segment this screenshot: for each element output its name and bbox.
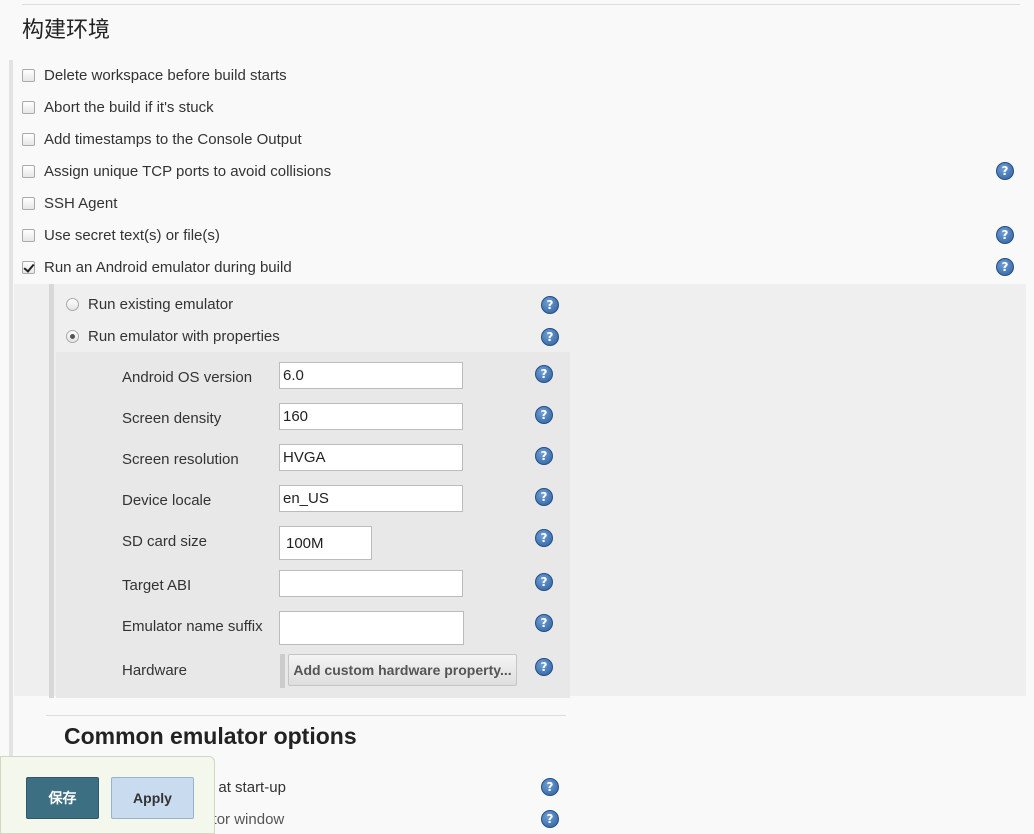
hardware-left-bar: [280, 654, 285, 688]
option-label: SSH Agent: [44, 194, 118, 212]
field-label-screen-resolution: Screen resolution: [122, 451, 239, 468]
checkbox[interactable]: [22, 164, 35, 178]
radio-run-existing-emulator[interactable]: Run existing emulator: [66, 293, 233, 315]
radio-label: Run existing emulator: [88, 295, 234, 313]
field-label-target-abi: Target ABI: [122, 577, 192, 594]
field-label-hardware: Hardware: [122, 662, 188, 679]
option-label: Assign unique TCP ports to avoid collisi…: [44, 162, 332, 180]
android-os-version-input[interactable]: [279, 362, 463, 389]
help-icon[interactable]: ?: [535, 658, 553, 676]
add-custom-hardware-property-button[interactable]: Add custom hardware property...: [288, 654, 517, 686]
checkbox-checked[interactable]: [22, 260, 35, 274]
option-label: Abort the build if it's stuck: [44, 98, 214, 116]
screen-resolution-input[interactable]: [279, 444, 463, 471]
radio-run-emulator-with-properties[interactable]: Run emulator with properties: [66, 325, 280, 347]
help-icon[interactable]: ?: [541, 328, 559, 346]
help-icon[interactable]: ?: [996, 258, 1014, 276]
save-button[interactable]: 保存: [26, 777, 99, 819]
sd-card-size-input[interactable]: [279, 526, 372, 560]
help-icon[interactable]: ?: [535, 573, 553, 591]
radio-label: Run emulator with properties: [88, 327, 280, 345]
emulator-name-suffix-input[interactable]: [279, 611, 464, 645]
field-label-emulator-name-suffix: Emulator name suffix: [122, 618, 263, 635]
checkbox[interactable]: [22, 132, 35, 146]
option-ssh-agent[interactable]: SSH Agent: [22, 192, 1022, 214]
device-locale-input[interactable]: [279, 485, 463, 512]
apply-button[interactable]: Apply: [111, 777, 194, 819]
help-icon[interactable]: ?: [541, 810, 559, 828]
section-left-bar: [9, 60, 13, 834]
target-abi-input[interactable]: [279, 570, 463, 597]
option-android-emulator[interactable]: Run an Android emulator during build: [22, 256, 1022, 278]
option-unique-tcp-ports[interactable]: Assign unique TCP ports to avoid collisi…: [22, 160, 1022, 182]
option-label: Use secret text(s) or file(s): [44, 226, 220, 244]
help-icon[interactable]: ?: [535, 488, 553, 506]
help-icon[interactable]: ?: [535, 529, 553, 547]
top-divider: [22, 4, 1020, 5]
help-icon[interactable]: ?: [996, 162, 1014, 180]
help-icon[interactable]: ?: [541, 778, 559, 796]
checkbox[interactable]: [22, 68, 35, 82]
help-icon[interactable]: ?: [996, 226, 1014, 244]
field-label-android-os-version: Android OS version: [122, 369, 253, 386]
screen-density-input[interactable]: [279, 403, 463, 430]
option-label: Add timestamps to the Console Output: [44, 130, 302, 148]
help-icon[interactable]: ?: [535, 614, 553, 632]
field-label-device-locale: Device locale: [122, 492, 212, 509]
field-label-sd-card-size: SD card size: [122, 533, 208, 550]
help-icon[interactable]: ?: [535, 365, 553, 383]
option-abort-stuck[interactable]: Abort the build if it's stuck: [22, 96, 1022, 118]
help-icon[interactable]: ?: [535, 447, 553, 465]
option-secret-text[interactable]: Use secret text(s) or file(s): [22, 224, 1022, 246]
help-icon[interactable]: ?: [541, 296, 559, 314]
common-options-divider: [46, 715, 566, 716]
checkbox[interactable]: [22, 100, 35, 114]
option-delete-workspace[interactable]: Delete workspace before build starts: [22, 64, 1022, 86]
radio-button-selected[interactable]: [66, 329, 79, 343]
checkbox[interactable]: [22, 196, 35, 210]
section-title: 构建环境: [22, 18, 111, 43]
checkbox[interactable]: [22, 228, 35, 242]
common-options-title: Common emulator options: [64, 723, 357, 749]
field-label-screen-density: Screen density: [122, 410, 222, 427]
option-label: Delete workspace before build starts: [44, 66, 287, 84]
radio-button[interactable]: [66, 297, 79, 311]
option-timestamps[interactable]: Add timestamps to the Console Output: [22, 128, 1022, 150]
emulator-panel-left-bar: [49, 284, 54, 698]
option-label: Run an Android emulator during build: [44, 258, 292, 276]
help-icon[interactable]: ?: [535, 406, 553, 424]
